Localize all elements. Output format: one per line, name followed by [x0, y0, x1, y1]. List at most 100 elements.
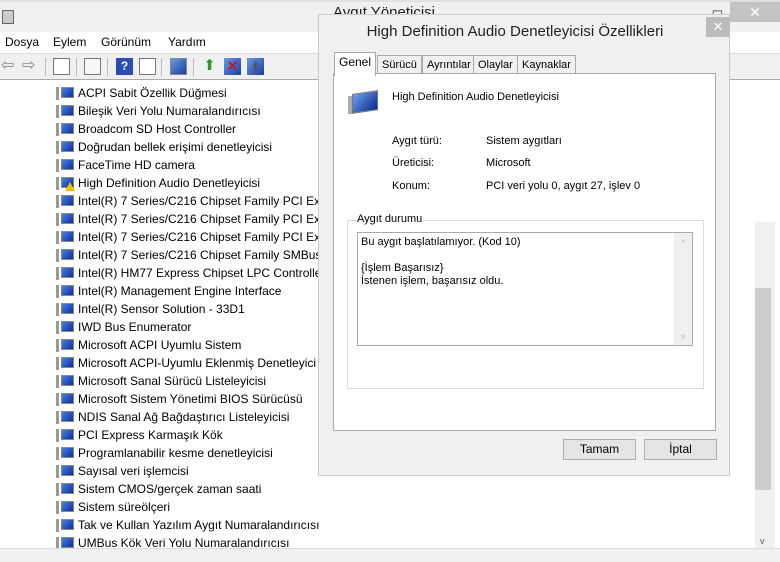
- device-list-item[interactable]: Sistem süreölçeri: [56, 498, 170, 516]
- device-list-item[interactable]: Intel(R) 7 Series/C216 Chipset Family PC…: [56, 192, 331, 210]
- device-icon: [56, 105, 74, 119]
- device-list-item[interactable]: PCI Express Karmaşık Kök: [56, 426, 223, 444]
- device-list-item[interactable]: Tak ve Kullan Yazılım Aygıt Numaralandır…: [56, 516, 319, 534]
- device-icon: [56, 429, 74, 443]
- device-icon: [56, 87, 74, 101]
- show-hide-console-tree-icon[interactable]: [53, 58, 70, 75]
- device-label: Intel(R) 7 Series/C216 Chipset Family PC…: [78, 230, 331, 244]
- device-label: Sistem CMOS/gerçek zaman saati: [78, 482, 262, 496]
- device-label: Broadcom SD Host Controller: [78, 122, 237, 136]
- device-list-item[interactable]: Intel(R) HM77 Express Chipset LPC Contro…: [56, 264, 325, 282]
- device-label: Doğrudan bellek erişimi denetleyicisi: [78, 140, 273, 154]
- device-list-item[interactable]: FaceTime HD camera: [56, 156, 195, 174]
- tab-ayrintilar[interactable]: Ayrıntılar: [422, 55, 476, 75]
- device-icon: [56, 177, 75, 192]
- disable-device-icon[interactable]: ⬇: [247, 58, 264, 75]
- forward-icon[interactable]: ⇨: [22, 58, 39, 75]
- close-button[interactable]: ✕: [730, 2, 780, 22]
- device-list-item[interactable]: ACPI Sabit Özellik Düğmesi: [56, 84, 227, 102]
- device-label: Sayısal veri işlemcisi: [78, 464, 189, 478]
- device-label: Sistem süreölçeri: [78, 500, 171, 514]
- device-icon: [56, 447, 74, 461]
- device-list-item[interactable]: Microsoft ACPI Uyumlu Sistem: [56, 336, 241, 354]
- device-label: NDIS Sanal Ağ Bağdaştırıcı Listeleyicisi: [78, 410, 290, 424]
- device-label: Intel(R) 7 Series/C216 Chipset Family PC…: [78, 212, 331, 226]
- device-list-item[interactable]: NDIS Sanal Ağ Bağdaştırıcı Listeleyicisi: [56, 408, 289, 426]
- tab-genel[interactable]: Genel: [334, 52, 377, 76]
- device-list-item[interactable]: Bileşik Veri Yolu Numaralandırıcısı: [56, 102, 261, 120]
- scrollbar-thumb[interactable]: [755, 288, 771, 490]
- device-label: Microsoft Sistem Yönetimi BIOS Sürücüsü: [78, 392, 303, 406]
- device-label: Intel(R) HM77 Express Chipset LPC Contro…: [78, 266, 326, 280]
- device-list-item[interactable]: Microsoft Sanal Sürücü Listeleyicisi: [56, 372, 266, 390]
- device-list-item[interactable]: Intel(R) Sensor Solution - 33D1: [56, 300, 245, 318]
- menu-yardim[interactable]: Yardım: [168, 35, 206, 49]
- device-list-item[interactable]: Programlanabilir kesme denetleyicisi: [56, 444, 273, 462]
- menu-gorunum[interactable]: Görünüm: [101, 35, 151, 49]
- device-label: Microsoft ACPI Uyumlu Sistem: [78, 338, 242, 352]
- device-icon: [348, 90, 380, 118]
- device-label: ACPI Sabit Özellik Düğmesi: [78, 86, 227, 100]
- device-type-value: Sistem aygıtları: [486, 135, 562, 147]
- device-status-group: Aygıt durumu Bu aygıt başlatılamıyor. (K…: [347, 213, 704, 389]
- device-label: Programlanabilir kesme denetleyicisi: [78, 446, 273, 460]
- action-pane-icon[interactable]: [139, 58, 156, 75]
- device-icon: [56, 141, 74, 155]
- warning-icon: [65, 182, 75, 192]
- back-icon[interactable]: ⇦: [1, 58, 18, 75]
- status-scrollbar[interactable]: ^ v: [674, 233, 692, 345]
- update-driver-icon[interactable]: ⬆: [201, 58, 218, 75]
- device-icon: [56, 393, 74, 407]
- device-status-textbox[interactable]: Bu aygıt başlatılamıyor. (Kod 10) {İşlem…: [357, 232, 693, 346]
- device-list-item[interactable]: Sistem CMOS/gerçek zaman saati: [56, 480, 261, 498]
- scan-hardware-icon[interactable]: [170, 58, 187, 75]
- device-list-item[interactable]: Sayısal veri işlemcisi: [56, 462, 189, 480]
- device-list-item[interactable]: Microsoft Sistem Yönetimi BIOS Sürücüsü: [56, 390, 303, 408]
- uninstall-device-icon[interactable]: ✕: [224, 58, 241, 75]
- dialog-title: High Definition Audio Denetleyicisi Özel…: [366, 23, 664, 40]
- status-line: İstenen işlem, başarısız oldu.: [361, 275, 504, 287]
- tab-kaynaklar[interactable]: Kaynaklar: [517, 55, 576, 75]
- device-label: Intel(R) 7 Series/C216 Chipset Family PC…: [78, 194, 331, 208]
- status-line: Bu aygıt başlatılamıyor. (Kod 10): [361, 236, 521, 248]
- device-list-item[interactable]: Microsoft ACPI-Uyumlu Eklenmiş Denetleyi…: [56, 354, 316, 372]
- menu-eylem[interactable]: Eylem: [53, 35, 86, 49]
- ok-button[interactable]: Tamam: [563, 439, 636, 460]
- manufacturer-label: Üreticisi:: [392, 157, 435, 169]
- device-list-item[interactable]: IWD Bus Enumerator: [56, 318, 191, 336]
- device-name: High Definition Audio Denetleyicisi: [392, 91, 559, 103]
- device-manager-icon: [2, 10, 14, 24]
- tab-surucu[interactable]: Sürücü: [377, 55, 422, 75]
- location-value: PCI veri yolu 0, aygıt 27, işlev 0: [486, 180, 641, 192]
- device-icon: [56, 123, 74, 137]
- device-list-item[interactable]: Intel(R) 7 Series/C216 Chipset Family PC…: [56, 228, 331, 246]
- device-icon: [56, 339, 74, 353]
- device-list-item[interactable]: Doğrudan bellek erişimi denetleyicisi: [56, 138, 272, 156]
- device-icon: [56, 267, 74, 281]
- device-list-item[interactable]: Intel(R) 7 Series/C216 Chipset Family SM…: [56, 246, 333, 264]
- device-list-item[interactable]: High Definition Audio Denetleyicisi: [56, 174, 260, 192]
- device-icon: [56, 159, 74, 173]
- device-status-legend: Aygıt durumu: [356, 213, 424, 225]
- cancel-button[interactable]: İptal: [644, 439, 717, 460]
- device-list-item[interactable]: Intel(R) 7 Series/C216 Chipset Family PC…: [56, 210, 331, 228]
- device-label: Tak ve Kullan Yazılım Aygıt Numaralandır…: [78, 518, 320, 532]
- device-label: High Definition Audio Denetleyicisi: [78, 176, 261, 190]
- menu-dosya[interactable]: Dosya: [5, 35, 39, 49]
- device-list-item[interactable]: Broadcom SD Host Controller: [56, 120, 236, 138]
- device-icon: [56, 465, 74, 479]
- status-bar: [0, 548, 780, 562]
- properties-icon[interactable]: [84, 58, 101, 75]
- device-icon: [56, 483, 74, 497]
- device-label: Intel(R) Management Engine Interface: [78, 284, 282, 298]
- device-icon: [56, 519, 74, 533]
- dialog-close-button[interactable]: ✕: [706, 17, 730, 37]
- properties-dialog: High Definition Audio Denetleyicisi Özel…: [318, 14, 730, 476]
- device-list-item[interactable]: Intel(R) Management Engine Interface: [56, 282, 281, 300]
- tab-olaylar[interactable]: Olaylar: [473, 55, 518, 75]
- device-icon: [56, 375, 74, 389]
- tab-panel-genel: High Definition Audio Denetleyicisi Aygı…: [333, 73, 716, 431]
- location-label: Konum:: [392, 180, 430, 192]
- device-icon: [56, 501, 74, 515]
- help-icon[interactable]: ?: [116, 58, 133, 75]
